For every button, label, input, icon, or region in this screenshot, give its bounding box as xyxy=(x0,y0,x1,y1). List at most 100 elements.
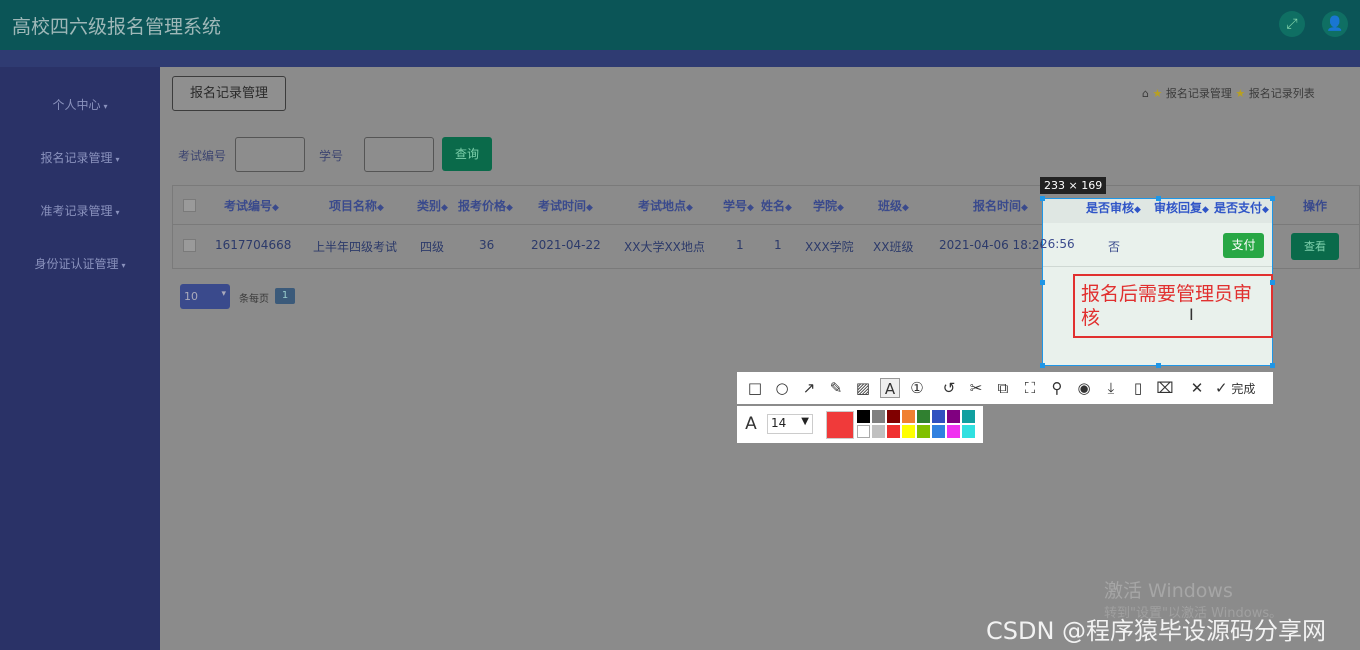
row-checkbox[interactable] xyxy=(183,239,196,252)
cell-class: XX班级 xyxy=(873,240,914,254)
record-icon[interactable]: ◉ xyxy=(1074,378,1094,398)
student-no-label: 学号 xyxy=(319,149,344,163)
translate-icon[interactable]: ⧉ xyxy=(993,378,1013,398)
col-name[interactable]: 姓名◆ xyxy=(761,197,792,214)
col-location[interactable]: 考试地点◆ xyxy=(638,197,693,214)
page-title-button[interactable]: 报名记录管理 xyxy=(172,76,286,111)
header-strip xyxy=(0,50,1360,67)
bookmark-icon[interactable]: ⌧ xyxy=(1155,378,1175,398)
ocr-icon[interactable]: ⛶ xyxy=(1020,378,1040,398)
color-swatch[interactable] xyxy=(917,425,930,438)
resize-handle[interactable] xyxy=(1270,196,1275,201)
page-number-1[interactable]: 1 xyxy=(275,288,295,304)
color-swatch[interactable] xyxy=(857,410,870,423)
number-marker-icon[interactable]: ① xyxy=(907,378,927,398)
pencil-icon[interactable]: ✎ xyxy=(826,378,846,398)
student-no-input[interactable] xyxy=(364,137,434,172)
per-page-text: 条每页 xyxy=(239,294,269,305)
breadcrumb-item[interactable]: 报名记录列表 xyxy=(1249,87,1315,100)
sidebar-item-admission-records[interactable]: 准考记录管理 ▾ xyxy=(0,202,160,219)
col-project[interactable]: 项目名称◆ xyxy=(329,197,384,214)
color-swatch[interactable] xyxy=(887,425,900,438)
sidebar-item-id-verification[interactable]: 身份证认证管理 ▾ xyxy=(0,255,160,272)
resize-handle[interactable] xyxy=(1040,363,1045,368)
color-swatch[interactable] xyxy=(902,410,915,423)
cell-category: 四级 xyxy=(420,240,445,254)
chevron-down-icon: ▾ xyxy=(103,102,108,111)
resize-handle[interactable] xyxy=(1156,196,1161,201)
color-swatch[interactable] xyxy=(932,425,945,438)
resize-handle[interactable] xyxy=(1270,280,1275,285)
color-swatch[interactable] xyxy=(962,410,975,423)
breadcrumb: ⌂ ★ 报名记录管理 ★ 报名记录列表 xyxy=(1142,85,1315,101)
color-palette xyxy=(857,410,977,440)
cell-price: 36 xyxy=(479,238,495,252)
pay-button[interactable]: 支付 xyxy=(1223,233,1264,258)
color-swatch[interactable] xyxy=(917,410,930,423)
exam-no-input[interactable] xyxy=(235,137,305,172)
sidebar-item-signup-records[interactable]: 报名记录管理 ▾ xyxy=(0,149,160,166)
color-swatch[interactable] xyxy=(902,425,915,438)
cell-exam-no: 1617704668 xyxy=(215,238,292,252)
mosaic-icon[interactable]: ▨ xyxy=(853,378,873,398)
phone-icon[interactable]: ▯ xyxy=(1128,378,1148,398)
font-icon: A xyxy=(745,414,757,434)
sidebar-item-profile[interactable]: 个人中心 ▾ xyxy=(0,96,160,113)
select-all-checkbox[interactable] xyxy=(183,199,196,212)
query-button[interactable]: 查询 xyxy=(442,137,492,171)
windows-activation-watermark: 激活 Windows xyxy=(1104,580,1233,602)
chevron-down-icon: ▾ xyxy=(221,289,226,299)
row-divider xyxy=(1043,266,1272,267)
color-swatch[interactable] xyxy=(872,425,885,438)
annotation-text-box[interactable]: 报名后需要管理员审核 xyxy=(1073,274,1273,338)
arrow-icon[interactable]: ↗ xyxy=(799,378,819,398)
color-swatch[interactable] xyxy=(857,425,870,438)
fullscreen-icon[interactable]: ⤢ xyxy=(1279,11,1305,37)
chevron-down-icon: ▾ xyxy=(121,261,126,270)
breadcrumb-item[interactable]: 报名记录管理 xyxy=(1166,87,1232,100)
undo-icon[interactable]: ↺ xyxy=(939,378,959,398)
col-class[interactable]: 班级◆ xyxy=(878,197,909,214)
cutout-icon[interactable]: ✂ xyxy=(966,378,986,398)
chevron-down-icon: ▾ xyxy=(115,155,120,164)
active-color-swatch[interactable] xyxy=(826,411,854,439)
color-swatch[interactable] xyxy=(887,410,900,423)
download-icon[interactable]: ⤓ xyxy=(1101,378,1121,398)
font-size-select[interactable]: 14 ▼ xyxy=(767,414,813,434)
col-category[interactable]: 类别◆ xyxy=(417,197,448,214)
pin-icon[interactable]: ⚲ xyxy=(1047,378,1067,398)
capture-region[interactable]: 是否审核◆ 审核回复◆ 是否支付◆ 否 支付 报名后需要管理员审核 I xyxy=(1040,196,1275,368)
col-reviewed[interactable]: 是否审核◆ xyxy=(1086,199,1141,216)
rectangle-icon[interactable]: □ xyxy=(745,378,765,398)
color-swatch[interactable] xyxy=(932,410,945,423)
col-review-reply[interactable]: 审核回复◆ xyxy=(1154,199,1209,216)
exam-no-label: 考试编号 xyxy=(178,149,227,163)
done-button[interactable]: ✓ 完成 xyxy=(1215,378,1255,398)
col-college[interactable]: 学院◆ xyxy=(813,197,844,214)
resize-handle[interactable] xyxy=(1040,280,1045,285)
cell-exam-time: 2021-04-22 xyxy=(531,238,601,252)
chevron-down-icon: ▼ xyxy=(801,416,809,427)
col-student-no[interactable]: 学号◆ xyxy=(723,197,754,214)
text-tool-icon[interactable]: A xyxy=(880,378,900,398)
cell-name: 1 xyxy=(774,238,782,252)
col-exam-time[interactable]: 考试时间◆ xyxy=(538,197,593,214)
star-icon: ★ xyxy=(1152,87,1163,100)
ellipse-icon[interactable]: ○ xyxy=(772,378,792,398)
color-swatch[interactable] xyxy=(947,410,960,423)
col-exam-no[interactable]: 考试编号◆ xyxy=(224,197,279,214)
col-paid[interactable]: 是否支付◆ xyxy=(1214,199,1269,216)
view-button[interactable]: 查看 xyxy=(1291,233,1339,260)
col-price[interactable]: 报考价格◆ xyxy=(458,197,513,214)
user-icon[interactable]: 👤 xyxy=(1322,11,1348,37)
resize-handle[interactable] xyxy=(1040,196,1045,201)
resize-handle[interactable] xyxy=(1270,363,1275,368)
color-swatch[interactable] xyxy=(947,425,960,438)
home-icon[interactable]: ⌂ xyxy=(1142,87,1149,100)
page-size-select[interactable]: 10 ▾ xyxy=(180,284,230,309)
close-icon[interactable]: ✕ xyxy=(1187,378,1207,398)
color-swatch[interactable] xyxy=(962,425,975,438)
col-signup-time[interactable]: 报名时间◆ xyxy=(973,197,1028,214)
resize-handle[interactable] xyxy=(1156,363,1161,368)
color-swatch[interactable] xyxy=(872,410,885,423)
